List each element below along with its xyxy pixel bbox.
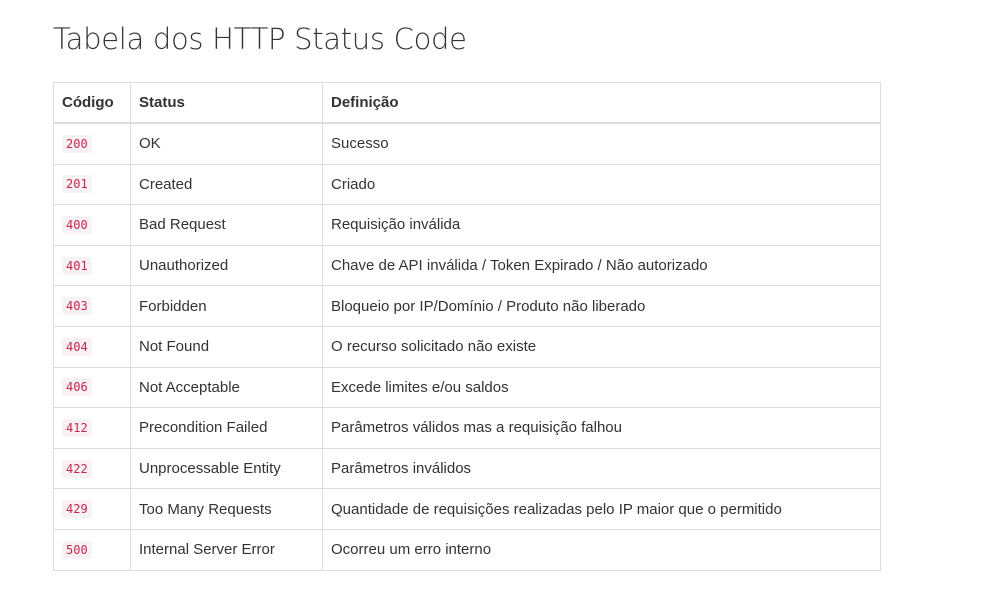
definition-cell: O recurso solicitado não existe	[322, 325, 881, 368]
definition-cell: Quantidade de requisições realizadas pel…	[322, 488, 881, 530]
status-cell: Forbidden	[130, 285, 323, 327]
code-cell: 200	[53, 122, 131, 165]
status-code-badge: 429	[62, 500, 92, 519]
code-cell: 201	[53, 163, 131, 206]
http-status-table: Código Status Definição 200 OK Sucesso 2…	[53, 82, 881, 571]
status-code-badge: 500	[62, 540, 92, 559]
status-cell: Precondition Failed	[130, 407, 323, 449]
table-row: 200 OK Sucesso	[53, 122, 881, 165]
table-body: 200 OK Sucesso 201 Created Criado 400 Ba…	[53, 122, 881, 571]
table-row: 406 Not Acceptable Excede limites e/ou s…	[53, 366, 881, 409]
definition-cell: Requisição inválida	[322, 204, 881, 246]
code-cell: 412	[53, 407, 131, 449]
code-cell: 403	[53, 285, 131, 327]
status-cell: Not Found	[130, 325, 323, 368]
definition-cell: Excede limites e/ou saldos	[322, 366, 881, 409]
status-cell: Too Many Requests	[130, 488, 323, 530]
status-code-badge: 401	[62, 256, 92, 275]
table-row: 429 Too Many Requests Quantidade de requ…	[53, 488, 881, 530]
status-code-badge: 422	[62, 459, 92, 478]
column-header-status: Status	[130, 82, 323, 124]
status-cell: OK	[130, 122, 323, 165]
status-code-badge: 406	[62, 378, 92, 397]
definition-cell: Ocorreu um erro interno	[322, 528, 881, 571]
status-code-badge: 201	[62, 175, 92, 194]
code-cell: 404	[53, 325, 131, 368]
status-cell: Unprocessable Entity	[130, 447, 323, 490]
definition-cell: Parâmetros inválidos	[322, 447, 881, 490]
definition-cell: Criado	[322, 163, 881, 206]
table-row: 201 Created Criado	[53, 163, 881, 206]
table-row: 422 Unprocessable Entity Parâmetros invá…	[53, 447, 881, 490]
definition-cell: Chave de API inválida / Token Expirado /…	[322, 244, 881, 287]
status-code-badge: 200	[62, 134, 92, 153]
status-cell: Created	[130, 163, 323, 206]
column-header-definition: Definição	[322, 82, 881, 124]
definition-cell: Bloqueio por IP/Domínio / Produto não li…	[322, 285, 881, 327]
code-cell: 500	[53, 528, 131, 571]
status-code-badge: 403	[62, 297, 92, 316]
code-cell: 406	[53, 366, 131, 409]
table-row: 403 Forbidden Bloqueio por IP/Domínio / …	[53, 285, 881, 327]
code-cell: 429	[53, 488, 131, 530]
definition-cell: Sucesso	[322, 122, 881, 165]
status-code-badge: 400	[62, 215, 92, 234]
status-cell: Internal Server Error	[130, 528, 323, 571]
definition-cell: Parâmetros válidos mas a requisição falh…	[322, 407, 881, 449]
status-code-badge: 404	[62, 337, 92, 356]
table-header-row: Código Status Definição	[53, 82, 881, 124]
table-row: 404 Not Found O recurso solicitado não e…	[53, 325, 881, 368]
code-cell: 401	[53, 244, 131, 287]
code-cell: 400	[53, 204, 131, 246]
table-row: 500 Internal Server Error Ocorreu um err…	[53, 528, 881, 571]
status-cell: Unauthorized	[130, 244, 323, 287]
table-row: 401 Unauthorized Chave de API inválida /…	[53, 244, 881, 287]
status-code-badge: 412	[62, 418, 92, 437]
table-row: 400 Bad Request Requisição inválida	[53, 204, 881, 246]
table-header: Código Status Definição	[53, 82, 881, 124]
page-title: Tabela dos HTTP Status Code	[53, 22, 467, 56]
table-row: 412 Precondition Failed Parâmetros válid…	[53, 407, 881, 449]
code-cell: 422	[53, 447, 131, 490]
status-cell: Not Acceptable	[130, 366, 323, 409]
status-cell: Bad Request	[130, 204, 323, 246]
column-header-code: Código	[53, 82, 131, 124]
